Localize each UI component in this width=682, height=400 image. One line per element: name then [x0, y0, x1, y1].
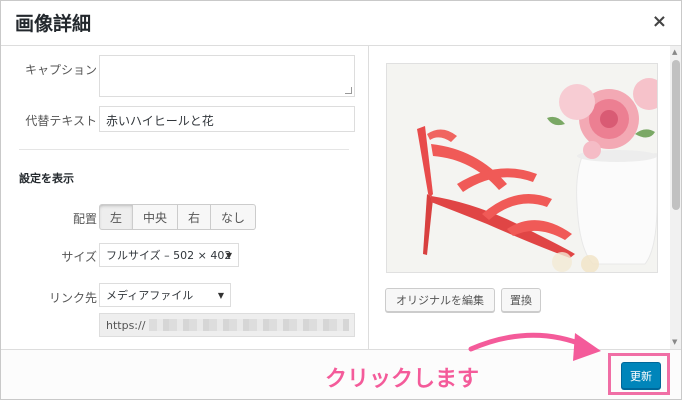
- settings-panel: キャプション 代替テキスト 赤いハイヒールと花 設定を表示 配置 左 中央 右 …: [1, 46, 367, 349]
- image-preview: [386, 63, 658, 273]
- dialog-header: 画像詳細 ×: [1, 1, 681, 46]
- size-label: サイズ: [61, 250, 97, 264]
- replace-button[interactable]: 置換: [501, 288, 541, 312]
- align-right-button[interactable]: 右: [177, 204, 211, 230]
- close-icon[interactable]: ×: [652, 11, 667, 32]
- align-left-button[interactable]: 左: [99, 204, 133, 230]
- link-to-label: リンク先: [48, 291, 97, 305]
- divider: [19, 149, 349, 150]
- red-high-heel-photo: [387, 64, 657, 272]
- size-value: フルサイズ – 502 × 402: [106, 249, 232, 262]
- scrollbar-thumb[interactable]: [672, 60, 680, 210]
- alt-text-input[interactable]: 赤いハイヒールと花: [99, 106, 355, 132]
- update-button[interactable]: 更新: [621, 362, 661, 389]
- redacted-url: [149, 319, 350, 331]
- display-settings-heading: 設定を表示: [19, 172, 74, 185]
- dialog-title: 画像詳細: [15, 13, 92, 35]
- scrollbar[interactable]: ▲ ▼: [670, 46, 681, 349]
- alt-text-value: 赤いハイヒールと花: [106, 114, 214, 128]
- caption-label: キャプション: [24, 63, 97, 77]
- link-url-field[interactable]: https://: [99, 313, 355, 337]
- align-button-group: 左 中央 右 なし: [99, 204, 256, 230]
- triangle-down-icon: ▼: [225, 250, 232, 260]
- image-details-dialog: 画像詳細 × キャプション 代替テキスト 赤いハイヒールと花 設定を表示 配置 …: [0, 0, 682, 400]
- scroll-down-icon[interactable]: ▼: [672, 338, 677, 346]
- align-label: 配置: [72, 212, 97, 226]
- link-to-select[interactable]: メディアファイル ▼: [99, 283, 231, 307]
- link-url-prefix: https://: [106, 318, 146, 332]
- triangle-down-icon: ▼: [217, 290, 224, 300]
- align-none-button[interactable]: なし: [210, 204, 256, 230]
- preview-panel: オリジナルを編集 置換 ▲ ▼: [368, 46, 681, 349]
- align-center-button[interactable]: 中央: [132, 204, 178, 230]
- caption-textarea[interactable]: [99, 55, 355, 97]
- scroll-up-icon[interactable]: ▲: [672, 48, 677, 56]
- link-to-value: メディアファイル: [106, 289, 194, 302]
- annotation-text: クリックします: [325, 367, 480, 392]
- size-select[interactable]: フルサイズ – 502 × 402 ▼: [99, 243, 239, 267]
- alt-text-label: 代替テキスト: [25, 114, 97, 128]
- resize-handle-icon[interactable]: [345, 87, 352, 94]
- edit-original-button[interactable]: オリジナルを編集: [385, 288, 495, 312]
